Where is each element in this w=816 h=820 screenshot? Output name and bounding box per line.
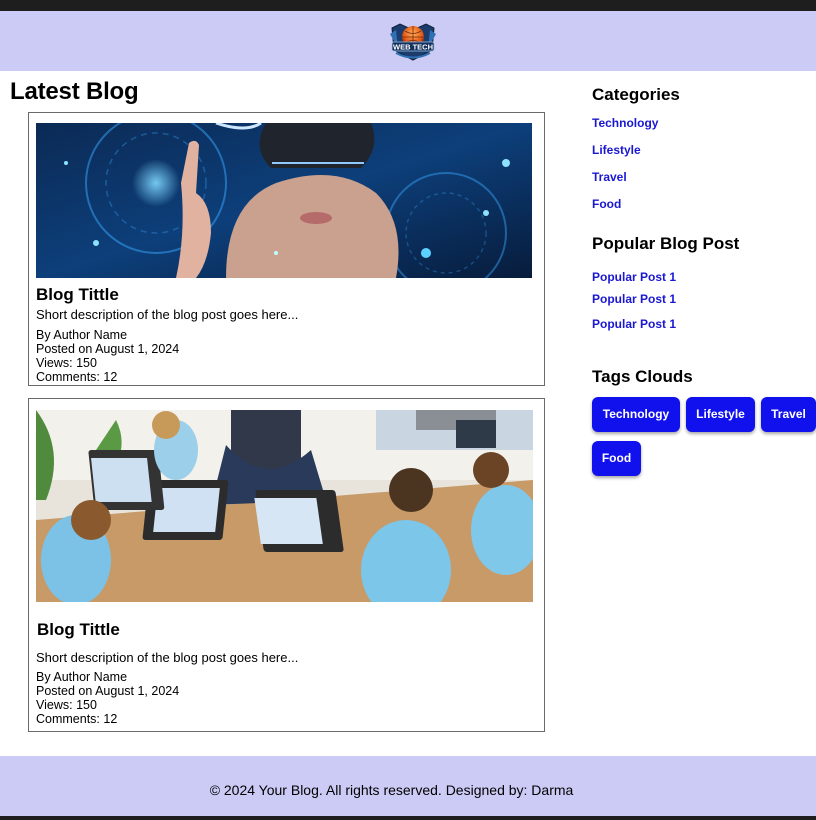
popular-posts-heading: Popular Blog Post bbox=[592, 234, 740, 253]
bottom-bar bbox=[0, 816, 816, 820]
popular-post-link[interactable]: Popular Post 1 bbox=[592, 292, 676, 306]
post-meta: By Author Name Posted on August 1, 2024 … bbox=[36, 670, 179, 726]
post-comments: Comments: 12 bbox=[36, 712, 118, 726]
tag-button-food[interactable]: Food bbox=[592, 441, 641, 476]
blog-card: Blog Tittle Short description of the blo… bbox=[28, 398, 545, 732]
top-bar bbox=[0, 0, 816, 11]
post-date: Posted on August 1, 2024 bbox=[36, 342, 180, 356]
post-views: Views: 150 bbox=[36, 356, 97, 370]
post-image-classroom[interactable] bbox=[36, 410, 541, 620]
post-author: By Author Name bbox=[36, 328, 128, 342]
post-views: Views: 150 bbox=[36, 698, 97, 712]
post-description: Short description of the blog post goes … bbox=[36, 307, 299, 322]
tag-button-travel[interactable]: Travel bbox=[761, 397, 816, 432]
footer-copyright: © 2024 Your Blog. All rights reserved. D… bbox=[209, 782, 574, 798]
tag-button-lifestyle[interactable]: Lifestyle bbox=[686, 397, 755, 432]
post-title[interactable]: Blog Tittle bbox=[36, 285, 119, 305]
page-title: Latest Blog bbox=[10, 78, 139, 105]
svg-text:WEB TECH: WEB TECH bbox=[393, 43, 433, 52]
post-meta: By Author Name Posted on August 1, 2024 … bbox=[36, 328, 179, 384]
blog-card: Blog Tittle Short description of the blo… bbox=[28, 112, 545, 386]
category-link-food[interactable]: Food bbox=[592, 197, 621, 211]
category-link-travel[interactable]: Travel bbox=[592, 170, 627, 184]
category-link-technology[interactable]: Technology bbox=[592, 116, 658, 130]
category-link-lifestyle[interactable]: Lifestyle bbox=[592, 143, 641, 157]
globe-logo-icon: WEB TECH bbox=[390, 23, 436, 61]
site-logo[interactable]: WEB TECH bbox=[386, 20, 440, 62]
post-author: By Author Name bbox=[36, 670, 128, 684]
tag-button-technology[interactable]: Technology bbox=[592, 397, 680, 432]
site-footer: © 2024 Your Blog. All rights reserved. D… bbox=[0, 756, 816, 816]
post-comments: Comments: 12 bbox=[36, 370, 118, 384]
categories-heading: Categories bbox=[592, 85, 680, 104]
popular-post-link[interactable]: Popular Post 1 bbox=[592, 317, 676, 331]
post-description: Short description of the blog post goes … bbox=[36, 650, 299, 665]
popular-post-link[interactable]: Popular Post 1 bbox=[592, 270, 676, 284]
tags-heading: Tags Clouds bbox=[592, 367, 693, 386]
post-title[interactable]: Blog Tittle bbox=[37, 620, 120, 640]
post-date: Posted on August 1, 2024 bbox=[36, 684, 180, 698]
post-image-vr[interactable] bbox=[36, 112, 532, 294]
